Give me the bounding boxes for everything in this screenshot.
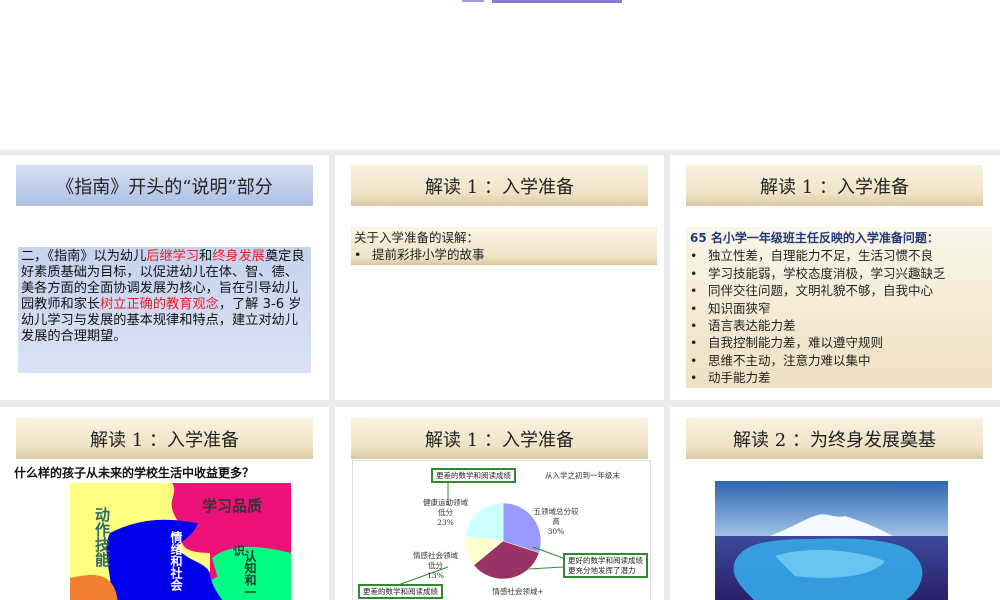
callout-box: 更差的数学和阅读成绩 bbox=[358, 584, 443, 599]
pie-label: 健康运动领域 低分 23% bbox=[423, 498, 468, 527]
bullet-item: 语言表达能力差 bbox=[690, 317, 988, 334]
problems-box: 65 名小学一年级班主任反映的入学准备问题： 独立性差，自理能力不足，生活习惯不… bbox=[686, 227, 992, 388]
slide-title: 解读 1 ：入学准备 bbox=[686, 165, 983, 206]
callout-line: 更好的数学和阅读成绩 bbox=[568, 556, 643, 565]
callout-box: 更好的数学和阅读成绩 更充分地发挥了潜力 bbox=[563, 553, 648, 578]
pie-label: 情感社会领域+ bbox=[492, 587, 544, 596]
slide-thumbnail-1[interactable]: 《指南》开头的“说明”部分 二，《指南》以为幼儿后继学习和终身发展奠定良好素质基… bbox=[0, 155, 329, 400]
pie-label: 情感社会领域 低分 13% bbox=[413, 551, 458, 580]
slide-title: 解读 1 ：入学准备 bbox=[351, 165, 648, 206]
callout-connector bbox=[528, 566, 564, 570]
question-text: 什么样的孩子从未来的学校生活中收益更多？ bbox=[14, 466, 255, 480]
slide-partial-top[interactable] bbox=[0, 0, 1000, 150]
pie-chart-panel: 从入学之初到一年级末 更差的数学和阅读成绩 更好的数学和阅读成绩 更充分地发挥了… bbox=[352, 460, 651, 600]
slide-body-text: 二，《指南》以为幼儿后继学习和终身发展奠定良好素质基础为目标，以促进幼儿在体、智… bbox=[18, 247, 311, 373]
chart-note: 从入学之初到一年级末 bbox=[545, 471, 620, 480]
highlighted-text: 树立正确的教育观念 bbox=[100, 297, 219, 312]
bullet-item: 提前彩排小学的故事 bbox=[354, 246, 654, 263]
title-fragment bbox=[492, 0, 622, 3]
body-text: 二，《指南》以为幼儿 bbox=[21, 249, 147, 264]
puzzle-label-emotion: 情绪和社会 bbox=[169, 530, 183, 592]
iceberg-image bbox=[715, 481, 948, 600]
bullet-item: 思维不主动，注意力难以集中 bbox=[690, 352, 988, 369]
bullet-item: 动手能力差 bbox=[690, 369, 988, 386]
slide-thumbnail-2[interactable]: 解读 1 ：入学准备 关于入学准备的误解： 提前彩排小学的故事 bbox=[335, 155, 664, 400]
misconception-box: 关于入学准备的误解： 提前彩排小学的故事 bbox=[351, 227, 657, 265]
body-text: 和 bbox=[199, 249, 213, 264]
puzzle-label-motor: 动作技能 bbox=[93, 506, 111, 568]
callout-line: 更充分地发挥了潜力 bbox=[568, 566, 636, 575]
puzzle-label-cognition: 认知和一 bbox=[243, 549, 257, 598]
bullet-item: 知识面狭窄 bbox=[690, 300, 988, 317]
slide-thumbnail-3[interactable]: 解读 1 ：入学准备 65 名小学一年级班主任反映的入学准备问题： 独立性差，自… bbox=[670, 155, 1000, 400]
puzzle-label-knowledge: 识 bbox=[233, 544, 245, 558]
pie-label: 五领域总分较高 30% bbox=[533, 507, 579, 536]
highlighted-text: 后继学习 bbox=[146, 249, 200, 264]
puzzle-image: 动作技能 学习品质 情绪和社会 认知和一 识 bbox=[70, 483, 291, 600]
slide-title: 《指南》开头的“说明”部分 bbox=[16, 165, 313, 206]
slide-thumbnail-5[interactable]: 解读 1 ：入学准备 从入学之初到一年级末 更差的数学和阅读成绩 更好的数学和阅… bbox=[335, 407, 664, 600]
title-fragment bbox=[462, 0, 484, 2]
bullet-item: 独立性差，自理能力不足，生活习惯不良 bbox=[690, 247, 988, 264]
bullet-item: 自我控制能力差，难以遵守规则 bbox=[690, 334, 988, 351]
bullet-item: 学习技能弱，学校态度消极，学习兴趣缺乏 bbox=[690, 265, 988, 282]
slide-title: 解读 1 ：入学准备 bbox=[351, 418, 648, 459]
bullet-item: 同伴交往问题，文明礼貌不够，自我中心 bbox=[690, 282, 988, 299]
slide-title: 解读 2 ：为终身发展奠基 bbox=[686, 418, 983, 459]
slide-thumbnail-6[interactable]: 解读 2 ：为终身发展奠基 bbox=[670, 407, 1000, 600]
box-heading: 65 名小学一年级班主任反映的入学准备问题： bbox=[690, 231, 939, 245]
box-heading: 关于入学准备的误解： bbox=[354, 230, 480, 245]
puzzle-label-learning: 学习品质 bbox=[202, 497, 262, 515]
callout-box: 更差的数学和阅读成绩 bbox=[431, 468, 516, 483]
slide-title: 解读 1 ：入学准备 bbox=[16, 418, 313, 459]
highlighted-text: 终身发展 bbox=[212, 249, 265, 264]
slide-thumbnail-4[interactable]: 解读 1 ：入学准备 什么样的孩子从未来的学校生活中收益更多？ 动作技能 学习品… bbox=[0, 407, 329, 600]
